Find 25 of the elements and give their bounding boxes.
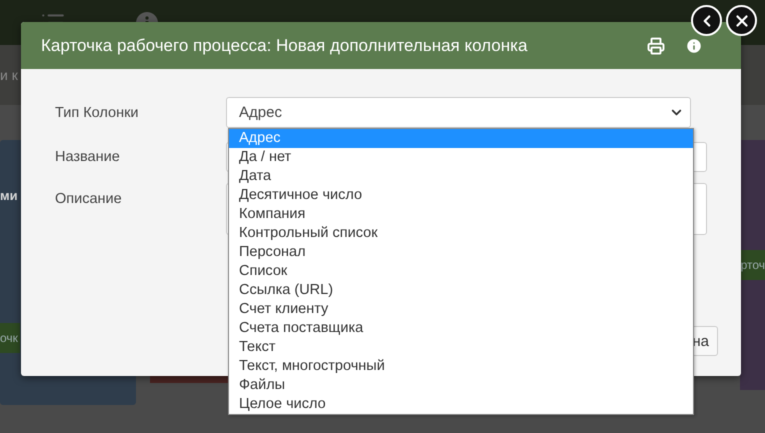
dropdown-option[interactable]: Счет клиенту — [229, 300, 693, 319]
field-label: Название — [55, 149, 121, 165]
dropdown-option[interactable]: Да / нет — [229, 148, 693, 167]
dialog-title: Карточка рабочего процесса: Новая дополнительная колонка — [41, 36, 528, 56]
card-button[interactable]: рточ — [741, 250, 765, 280]
dropdown-option[interactable]: Текст — [229, 338, 693, 357]
dropdown-option[interactable]: Текст, многострочный — [229, 357, 693, 376]
dropdown-option[interactable]: Ссылка (URL) — [229, 281, 693, 300]
dropdown-option[interactable]: Контрольный список — [229, 224, 693, 243]
dropdown-option[interactable]: Счета поставщика — [229, 319, 693, 338]
card-button[interactable]: очк — [0, 323, 20, 353]
dropdown-option[interactable]: Список — [229, 262, 693, 281]
dropdown-option[interactable]: Дата — [229, 167, 693, 186]
print-icon[interactable] — [647, 36, 665, 54]
card-title: ми — [0, 188, 19, 203]
dropdown-option[interactable]: Компания — [229, 205, 693, 224]
dropdown-option[interactable]: Персонал — [229, 243, 693, 262]
field-label: Тип Колонки — [55, 104, 140, 120]
dropdown-option[interactable]: Десятичное число — [229, 186, 693, 205]
dropdown-option[interactable]: Файлы — [229, 376, 693, 395]
dropdown-option[interactable]: Целое число — [229, 395, 693, 414]
info-icon[interactable] — [685, 36, 703, 54]
header-text: и к — [0, 67, 19, 83]
column-type-select[interactable]: Адрес — [226, 97, 691, 128]
field-label: Описание — [55, 190, 123, 207]
